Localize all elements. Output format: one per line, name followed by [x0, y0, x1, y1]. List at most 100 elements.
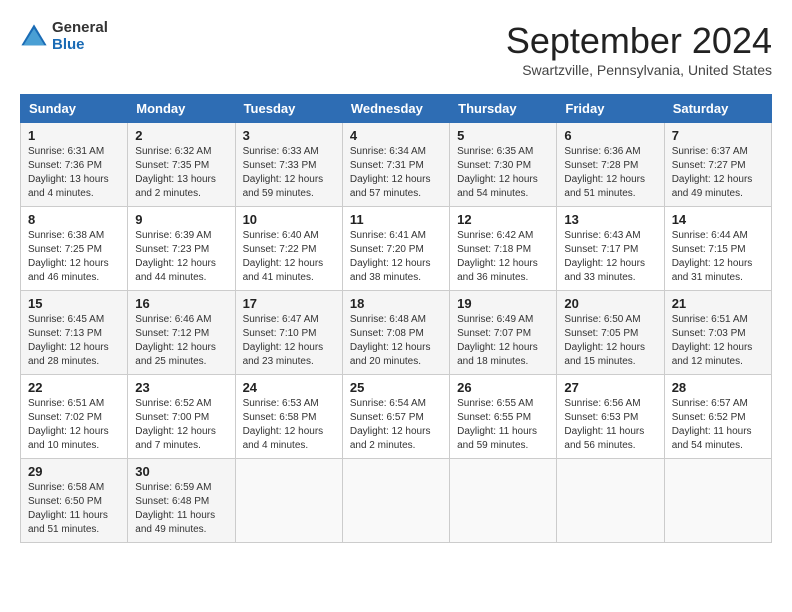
calendar-cell: 13 Sunrise: 6:43 AM Sunset: 7:17 PM Dayl… [557, 207, 664, 291]
day-number: 12 [457, 212, 549, 227]
day-info: Sunrise: 6:55 AM Sunset: 6:55 PM Dayligh… [457, 397, 549, 453]
calendar-cell: 11 Sunrise: 6:41 AM Sunset: 7:20 PM Dayl… [342, 207, 449, 291]
day-info: Sunrise: 6:48 AM Sunset: 7:08 PM Dayligh… [350, 313, 442, 369]
day-info: Sunrise: 6:50 AM Sunset: 7:05 PM Dayligh… [564, 313, 656, 369]
day-number: 26 [457, 380, 549, 395]
day-number: 5 [457, 128, 549, 143]
logo-icon [20, 23, 48, 51]
day-number: 17 [243, 296, 335, 311]
day-info: Sunrise: 6:51 AM Sunset: 7:03 PM Dayligh… [672, 313, 764, 369]
day-number: 2 [135, 128, 227, 143]
day-number: 15 [28, 296, 120, 311]
calendar-cell [557, 459, 664, 543]
calendar-cell: 12 Sunrise: 6:42 AM Sunset: 7:18 PM Dayl… [450, 207, 557, 291]
month-title: September 2024 [506, 20, 772, 62]
day-info: Sunrise: 6:42 AM Sunset: 7:18 PM Dayligh… [457, 229, 549, 285]
weekday-friday: Friday [557, 95, 664, 123]
week-row-5: 29 Sunrise: 6:58 AM Sunset: 6:50 PM Dayl… [21, 459, 772, 543]
weekday-tuesday: Tuesday [235, 95, 342, 123]
calendar-cell: 6 Sunrise: 6:36 AM Sunset: 7:28 PM Dayli… [557, 123, 664, 207]
calendar-cell: 28 Sunrise: 6:57 AM Sunset: 6:52 PM Dayl… [664, 375, 771, 459]
day-info: Sunrise: 6:46 AM Sunset: 7:12 PM Dayligh… [135, 313, 227, 369]
day-info: Sunrise: 6:33 AM Sunset: 7:33 PM Dayligh… [243, 145, 335, 201]
day-number: 10 [243, 212, 335, 227]
day-number: 9 [135, 212, 227, 227]
day-info: Sunrise: 6:41 AM Sunset: 7:20 PM Dayligh… [350, 229, 442, 285]
day-info: Sunrise: 6:54 AM Sunset: 6:57 PM Dayligh… [350, 397, 442, 453]
day-number: 11 [350, 212, 442, 227]
day-number: 22 [28, 380, 120, 395]
calendar-cell: 1 Sunrise: 6:31 AM Sunset: 7:36 PM Dayli… [21, 123, 128, 207]
calendar-cell: 25 Sunrise: 6:54 AM Sunset: 6:57 PM Dayl… [342, 375, 449, 459]
calendar-cell: 22 Sunrise: 6:51 AM Sunset: 7:02 PM Dayl… [21, 375, 128, 459]
day-info: Sunrise: 6:58 AM Sunset: 6:50 PM Dayligh… [28, 481, 120, 537]
calendar-cell: 24 Sunrise: 6:53 AM Sunset: 6:58 PM Dayl… [235, 375, 342, 459]
day-info: Sunrise: 6:38 AM Sunset: 7:25 PM Dayligh… [28, 229, 120, 285]
title-block: September 2024 Swartzville, Pennsylvania… [506, 20, 772, 78]
day-number: 13 [564, 212, 656, 227]
day-number: 7 [672, 128, 764, 143]
day-info: Sunrise: 6:34 AM Sunset: 7:31 PM Dayligh… [350, 145, 442, 201]
calendar-cell: 2 Sunrise: 6:32 AM Sunset: 7:35 PM Dayli… [128, 123, 235, 207]
calendar-cell: 27 Sunrise: 6:56 AM Sunset: 6:53 PM Dayl… [557, 375, 664, 459]
week-row-2: 8 Sunrise: 6:38 AM Sunset: 7:25 PM Dayli… [21, 207, 772, 291]
day-number: 24 [243, 380, 335, 395]
weekday-monday: Monday [128, 95, 235, 123]
calendar-cell: 4 Sunrise: 6:34 AM Sunset: 7:31 PM Dayli… [342, 123, 449, 207]
day-info: Sunrise: 6:40 AM Sunset: 7:22 PM Dayligh… [243, 229, 335, 285]
location-subtitle: Swartzville, Pennsylvania, United States [506, 62, 772, 78]
calendar-cell [664, 459, 771, 543]
calendar-cell: 9 Sunrise: 6:39 AM Sunset: 7:23 PM Dayli… [128, 207, 235, 291]
weekday-thursday: Thursday [450, 95, 557, 123]
calendar-cell: 7 Sunrise: 6:37 AM Sunset: 7:27 PM Dayli… [664, 123, 771, 207]
calendar-cell [235, 459, 342, 543]
week-row-4: 22 Sunrise: 6:51 AM Sunset: 7:02 PM Dayl… [21, 375, 772, 459]
calendar-cell: 5 Sunrise: 6:35 AM Sunset: 7:30 PM Dayli… [450, 123, 557, 207]
calendar-cell: 3 Sunrise: 6:33 AM Sunset: 7:33 PM Dayli… [235, 123, 342, 207]
calendar-cell: 29 Sunrise: 6:58 AM Sunset: 6:50 PM Dayl… [21, 459, 128, 543]
day-number: 14 [672, 212, 764, 227]
calendar-cell: 17 Sunrise: 6:47 AM Sunset: 7:10 PM Dayl… [235, 291, 342, 375]
calendar-cell: 8 Sunrise: 6:38 AM Sunset: 7:25 PM Dayli… [21, 207, 128, 291]
week-row-3: 15 Sunrise: 6:45 AM Sunset: 7:13 PM Dayl… [21, 291, 772, 375]
weekday-saturday: Saturday [664, 95, 771, 123]
calendar-cell: 18 Sunrise: 6:48 AM Sunset: 7:08 PM Dayl… [342, 291, 449, 375]
day-number: 29 [28, 464, 120, 479]
day-number: 8 [28, 212, 120, 227]
day-info: Sunrise: 6:53 AM Sunset: 6:58 PM Dayligh… [243, 397, 335, 453]
day-number: 20 [564, 296, 656, 311]
day-number: 23 [135, 380, 227, 395]
weekday-header-row: SundayMondayTuesdayWednesdayThursdayFrid… [21, 95, 772, 123]
week-row-1: 1 Sunrise: 6:31 AM Sunset: 7:36 PM Dayli… [21, 123, 772, 207]
calendar-cell: 10 Sunrise: 6:40 AM Sunset: 7:22 PM Dayl… [235, 207, 342, 291]
page-header: General Blue September 2024 Swartzville,… [20, 20, 772, 78]
day-number: 25 [350, 380, 442, 395]
day-info: Sunrise: 6:57 AM Sunset: 6:52 PM Dayligh… [672, 397, 764, 453]
calendar-cell: 26 Sunrise: 6:55 AM Sunset: 6:55 PM Dayl… [450, 375, 557, 459]
calendar-cell [450, 459, 557, 543]
day-number: 30 [135, 464, 227, 479]
weekday-sunday: Sunday [21, 95, 128, 123]
calendar-cell: 15 Sunrise: 6:45 AM Sunset: 7:13 PM Dayl… [21, 291, 128, 375]
calendar-cell: 20 Sunrise: 6:50 AM Sunset: 7:05 PM Dayl… [557, 291, 664, 375]
calendar-cell: 16 Sunrise: 6:46 AM Sunset: 7:12 PM Dayl… [128, 291, 235, 375]
day-info: Sunrise: 6:37 AM Sunset: 7:27 PM Dayligh… [672, 145, 764, 201]
day-number: 3 [243, 128, 335, 143]
calendar-cell: 21 Sunrise: 6:51 AM Sunset: 7:03 PM Dayl… [664, 291, 771, 375]
calendar-cell: 23 Sunrise: 6:52 AM Sunset: 7:00 PM Dayl… [128, 375, 235, 459]
day-info: Sunrise: 6:32 AM Sunset: 7:35 PM Dayligh… [135, 145, 227, 201]
calendar-table: SundayMondayTuesdayWednesdayThursdayFrid… [20, 94, 772, 543]
day-number: 18 [350, 296, 442, 311]
day-info: Sunrise: 6:39 AM Sunset: 7:23 PM Dayligh… [135, 229, 227, 285]
day-info: Sunrise: 6:51 AM Sunset: 7:02 PM Dayligh… [28, 397, 120, 453]
logo: General Blue [20, 20, 108, 53]
calendar-cell [342, 459, 449, 543]
day-number: 16 [135, 296, 227, 311]
day-info: Sunrise: 6:47 AM Sunset: 7:10 PM Dayligh… [243, 313, 335, 369]
day-number: 28 [672, 380, 764, 395]
day-info: Sunrise: 6:31 AM Sunset: 7:36 PM Dayligh… [28, 145, 120, 201]
day-number: 6 [564, 128, 656, 143]
day-info: Sunrise: 6:36 AM Sunset: 7:28 PM Dayligh… [564, 145, 656, 201]
day-number: 19 [457, 296, 549, 311]
calendar-cell: 30 Sunrise: 6:59 AM Sunset: 6:48 PM Dayl… [128, 459, 235, 543]
